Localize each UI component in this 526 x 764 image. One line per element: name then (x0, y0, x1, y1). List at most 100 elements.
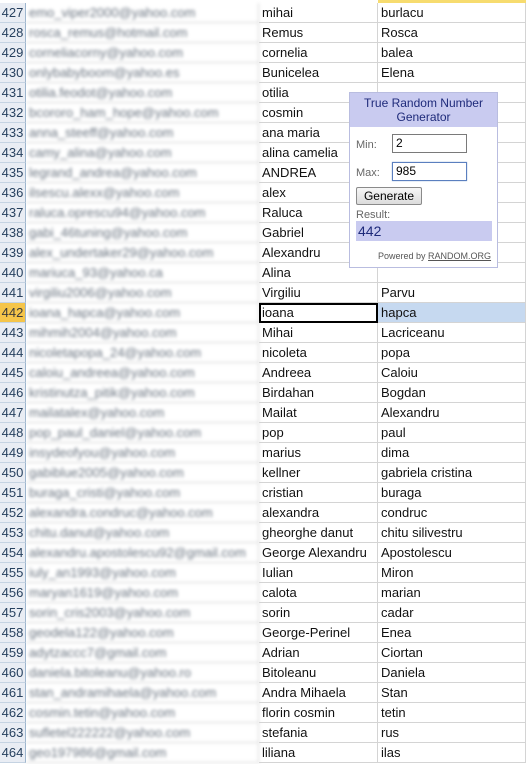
first-name-cell[interactable]: Iulian (259, 563, 378, 583)
first-name-cell[interactable]: Adrian (259, 643, 378, 663)
row-number[interactable]: 444 (0, 343, 26, 363)
row-number[interactable]: 443 (0, 323, 26, 343)
email-cell[interactable]: mariuca_93@yahoo.ca (26, 263, 259, 283)
row-number[interactable]: 436 (0, 183, 26, 203)
last-name-cell[interactable]: condruc (378, 503, 526, 523)
email-cell[interactable]: mihmih2004@yahoo.com (26, 323, 259, 343)
last-name-cell[interactable]: Lacriceanu (378, 323, 526, 343)
row-number[interactable]: 431 (0, 83, 26, 103)
email-cell[interactable]: buraga_cristi@yahoo.com (26, 483, 259, 503)
first-name-cell[interactable]: Mailat (259, 403, 378, 423)
email-cell[interactable]: anna_steeff@yahoo.com (26, 123, 259, 143)
row-number[interactable]: 438 (0, 223, 26, 243)
email-cell[interactable]: ioana_hapca@yahoo.com (26, 303, 259, 323)
random-org-link[interactable]: RANDOM.ORG (428, 251, 491, 261)
row-number[interactable]: 430 (0, 63, 26, 83)
last-name-cell[interactable]: rus (378, 723, 526, 743)
row-number[interactable]: 449 (0, 443, 26, 463)
last-name-cell[interactable]: Ciortan (378, 643, 526, 663)
email-cell[interactable]: stan_andramihaela@yahoo.com (26, 683, 259, 703)
row-number[interactable]: 445 (0, 363, 26, 383)
email-cell[interactable]: otilia.feodot@yahoo.com (26, 83, 259, 103)
email-cell[interactable]: daniela.bitoleanu@yahoo.ro (26, 663, 259, 683)
min-input[interactable]: 2 (392, 134, 467, 153)
email-cell[interactable]: insydeofyou@yahoo.com (26, 443, 259, 463)
last-name-cell[interactable]: buraga (378, 483, 526, 503)
last-name-cell[interactable]: Elena (378, 63, 526, 83)
email-cell[interactable]: camy_alina@yahoo.com (26, 143, 259, 163)
first-name-cell[interactable]: Virgiliu (259, 283, 378, 303)
last-name-cell[interactable]: paul (378, 423, 526, 443)
max-input[interactable]: 985 (392, 162, 467, 181)
row-number[interactable]: 458 (0, 623, 26, 643)
last-name-cell[interactable]: Apostolescu (378, 543, 526, 563)
last-name-cell[interactable]: popa (378, 343, 526, 363)
row-number[interactable]: 441 (0, 283, 26, 303)
row-number[interactable]: 462 (0, 703, 26, 723)
row-number[interactable]: 460 (0, 663, 26, 683)
email-cell[interactable]: bcororo_ham_hope@yahoo.com (26, 103, 259, 123)
email-cell[interactable]: adytzaccc7@gmail.com (26, 643, 259, 663)
email-cell[interactable]: onlybabyboom@yahoo.es (26, 63, 259, 83)
email-cell[interactable]: alexandra.condruc@yahoo.com (26, 503, 259, 523)
row-number[interactable]: 457 (0, 603, 26, 623)
first-name-cell[interactable]: Mihai (259, 323, 378, 343)
first-name-cell[interactable]: Bunicelea (259, 63, 378, 83)
email-cell[interactable]: maryan1619@yahoo.com (26, 583, 259, 603)
email-cell[interactable]: gabiblue2005@yahoo.com (26, 463, 259, 483)
row-number[interactable]: 446 (0, 383, 26, 403)
email-cell[interactable]: gabi_46tuning@yahoo.com (26, 223, 259, 243)
email-cell[interactable]: corneliacorny@yahoo.com (26, 43, 259, 63)
email-cell[interactable]: kristinutza_pitik@yahoo.com (26, 383, 259, 403)
row-number[interactable]: 442 (0, 303, 26, 323)
last-name-cell[interactable]: chitu silivestru (378, 523, 526, 543)
row-number[interactable]: 448 (0, 423, 26, 443)
last-name-cell[interactable]: Stan (378, 683, 526, 703)
first-name-cell[interactable]: Remus (259, 23, 378, 43)
row-number[interactable]: 435 (0, 163, 26, 183)
email-cell[interactable]: emo_viper2000@yahoo.com (26, 3, 259, 23)
last-name-cell[interactable]: Bogdan (378, 383, 526, 403)
first-name-cell[interactable]: Bitoleanu (259, 663, 378, 683)
first-name-cell[interactable]: Andra Mihaela (259, 683, 378, 703)
email-cell[interactable]: mailatalex@yahoo.com (26, 403, 259, 423)
row-number[interactable]: 452 (0, 503, 26, 523)
last-name-cell[interactable]: Caloiu (378, 363, 526, 383)
row-number[interactable]: 456 (0, 583, 26, 603)
first-name-cell[interactable]: George Alexandru (259, 543, 378, 563)
row-number[interactable]: 455 (0, 563, 26, 583)
email-cell[interactable]: geodela122@yahoo.com (26, 623, 259, 643)
last-name-cell[interactable]: burlacu (378, 3, 526, 23)
first-name-cell[interactable]: George-Perinel (259, 623, 378, 643)
row-number[interactable]: 447 (0, 403, 26, 423)
first-name-cell[interactable]: sorin (259, 603, 378, 623)
first-name-cell[interactable]: calota (259, 583, 378, 603)
email-cell[interactable]: sufletel222222@yahoo.com (26, 723, 259, 743)
last-name-cell[interactable]: gabriela cristina (378, 463, 526, 483)
email-cell[interactable]: ilsescu.alexx@yahoo.com (26, 183, 259, 203)
row-number[interactable]: 450 (0, 463, 26, 483)
email-cell[interactable]: raluca.oprescu94@yahoo.com (26, 203, 259, 223)
row-number[interactable]: 429 (0, 43, 26, 63)
row-number[interactable]: 454 (0, 543, 26, 563)
last-name-cell[interactable]: marian (378, 583, 526, 603)
first-name-cell[interactable]: Birdahan (259, 383, 378, 403)
last-name-cell[interactable]: Miron (378, 563, 526, 583)
row-number[interactable]: 464 (0, 743, 26, 763)
email-cell[interactable]: legrand_andrea@yahoo.com (26, 163, 259, 183)
email-cell[interactable]: rosca_remus@hotmail.com (26, 23, 259, 43)
row-number[interactable]: 433 (0, 123, 26, 143)
row-number[interactable]: 463 (0, 723, 26, 743)
email-cell[interactable]: geo197986@gmail.com (26, 743, 259, 763)
email-cell[interactable]: cosmin.tetin@yahoo.com (26, 703, 259, 723)
first-name-cell[interactable]: Andreea (259, 363, 378, 383)
first-name-cell[interactable]: liliana (259, 743, 378, 763)
email-cell[interactable]: alexandru.apostolescu92@gmail.com (26, 543, 259, 563)
row-number[interactable]: 461 (0, 683, 26, 703)
last-name-cell[interactable]: Enea (378, 623, 526, 643)
row-number[interactable]: 427 (0, 3, 26, 23)
first-name-cell[interactable]: gheorghe danut (259, 523, 378, 543)
first-name-cell[interactable]: cornelia (259, 43, 378, 63)
row-number[interactable]: 453 (0, 523, 26, 543)
row-number[interactable]: 437 (0, 203, 26, 223)
